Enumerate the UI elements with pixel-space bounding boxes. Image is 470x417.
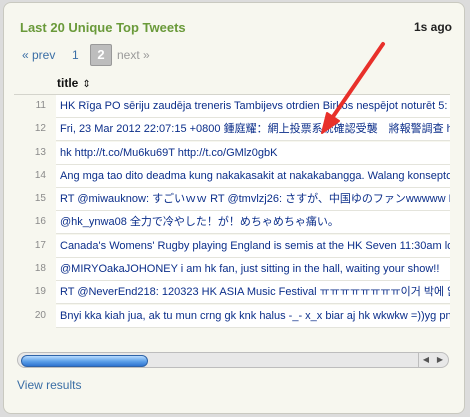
tweet-title-cell[interactable]: RT @miwauknow: すごいｗｗ RT @tmvlzj26: さすが、中… — [56, 188, 450, 212]
row-number: 14 — [34, 169, 46, 181]
row-number: 20 — [34, 309, 46, 321]
tweet-title-cell[interactable]: RT @NeverEnd218: 120323 HK ASIA Music Fe… — [56, 281, 450, 305]
tweet-title-cell[interactable]: Fri, 23 Mar 2012 22:07:15 +0800 鍾庭耀：網上投票… — [56, 118, 450, 142]
tweet-title-cell[interactable]: Ang mga tao dito deadma kung nakakasakit… — [56, 164, 450, 188]
updated-timestamp: 1s ago — [413, 20, 452, 34]
table-row[interactable]: 16 @hk_ynwa08 全力で冷やした！が！めちゃめちゃ痛い。 — [14, 211, 450, 235]
tweet-title-cell[interactable]: HK Rīga PO sēriju zaudēja treneris Tambi… — [56, 95, 450, 118]
tweet-title-cell[interactable]: Canada's Womens' Rugby playing England i… — [56, 234, 450, 258]
table-body: 11 HK Rīga PO sēriju zaudēja treneris Tam… — [14, 94, 450, 328]
row-number: 15 — [34, 193, 46, 205]
row-number: 11 — [35, 100, 46, 111]
row-number: 12 — [34, 123, 46, 135]
table-row[interactable]: 19 RT @NeverEnd218: 120323 HK ASIA Music … — [14, 281, 450, 305]
page-1-link[interactable]: 1 — [72, 48, 79, 62]
panel-header: Last 20 Unique Top Tweets 1s ago — [20, 20, 454, 38]
table-row[interactable]: 14 Ang mga tao dito deadma kung nakakasak… — [14, 164, 450, 188]
tweet-title-cell[interactable]: hk http://t.co/Mu6ku69T http://t.co/GMlz… — [56, 141, 450, 165]
next-page-link: next » — [117, 48, 150, 62]
table-row[interactable]: 20 Bnyi kka kiah jua, ak tu mun crng gk k… — [14, 304, 450, 328]
scroll-right-icon[interactable]: ▶ — [433, 353, 447, 367]
tweet-title-cell[interactable]: Bnyi kka kiah jua, ak tu mun crng gk knk… — [56, 304, 450, 328]
row-number: 17 — [34, 239, 46, 251]
table-row[interactable]: 13 hk http://t.co/Mu6ku69T http://t.co/GM… — [14, 141, 450, 165]
table-row[interactable]: 11 HK Rīga PO sēriju zaudēja treneris Tam… — [14, 95, 450, 118]
tweet-title-cell[interactable]: @hk_ynwa08 全力で冷やした！が！めちゃめちゃ痛い。 — [56, 211, 450, 235]
panel-title: Last 20 Unique Top Tweets — [20, 20, 186, 35]
table-row[interactable]: 15 RT @miwauknow: すごいｗｗ RT @tmvlzj26: さすが… — [14, 188, 450, 212]
tweets-table: title ⇕ 11 HK Rīga PO sēriju zaudēja trene… — [14, 72, 450, 342]
column-title-label: title — [57, 76, 79, 90]
table-row[interactable]: 18 @MIRYOakaJOHONEY i am hk fan, just sit… — [14, 258, 450, 282]
sort-icon[interactable]: ⇕ — [82, 79, 90, 90]
row-number: 19 — [34, 286, 46, 298]
current-page-2: 2 — [90, 44, 112, 66]
row-number: 13 — [34, 146, 46, 158]
row-number: 16 — [34, 216, 46, 228]
tweet-title-cell[interactable]: @MIRYOakaJOHONEY i am hk fan, just sitti… — [56, 258, 450, 282]
table-row[interactable]: 12 Fri, 23 Mar 2012 22:07:15 +0800 鍾庭耀：網上… — [14, 118, 450, 142]
prev-page-link[interactable]: « prev — [22, 48, 55, 62]
scroll-thumb[interactable] — [21, 355, 148, 367]
table-row[interactable]: 17 Canada's Womens' Rugby playing England… — [14, 234, 450, 258]
row-number: 18 — [34, 263, 46, 275]
view-results-link[interactable]: View results — [17, 378, 81, 392]
column-header-title[interactable]: title ⇕ — [57, 76, 91, 90]
horizontal-scrollbar[interactable]: ◀ ▶ — [17, 352, 449, 368]
scroll-left-icon[interactable]: ◀ — [418, 353, 433, 367]
